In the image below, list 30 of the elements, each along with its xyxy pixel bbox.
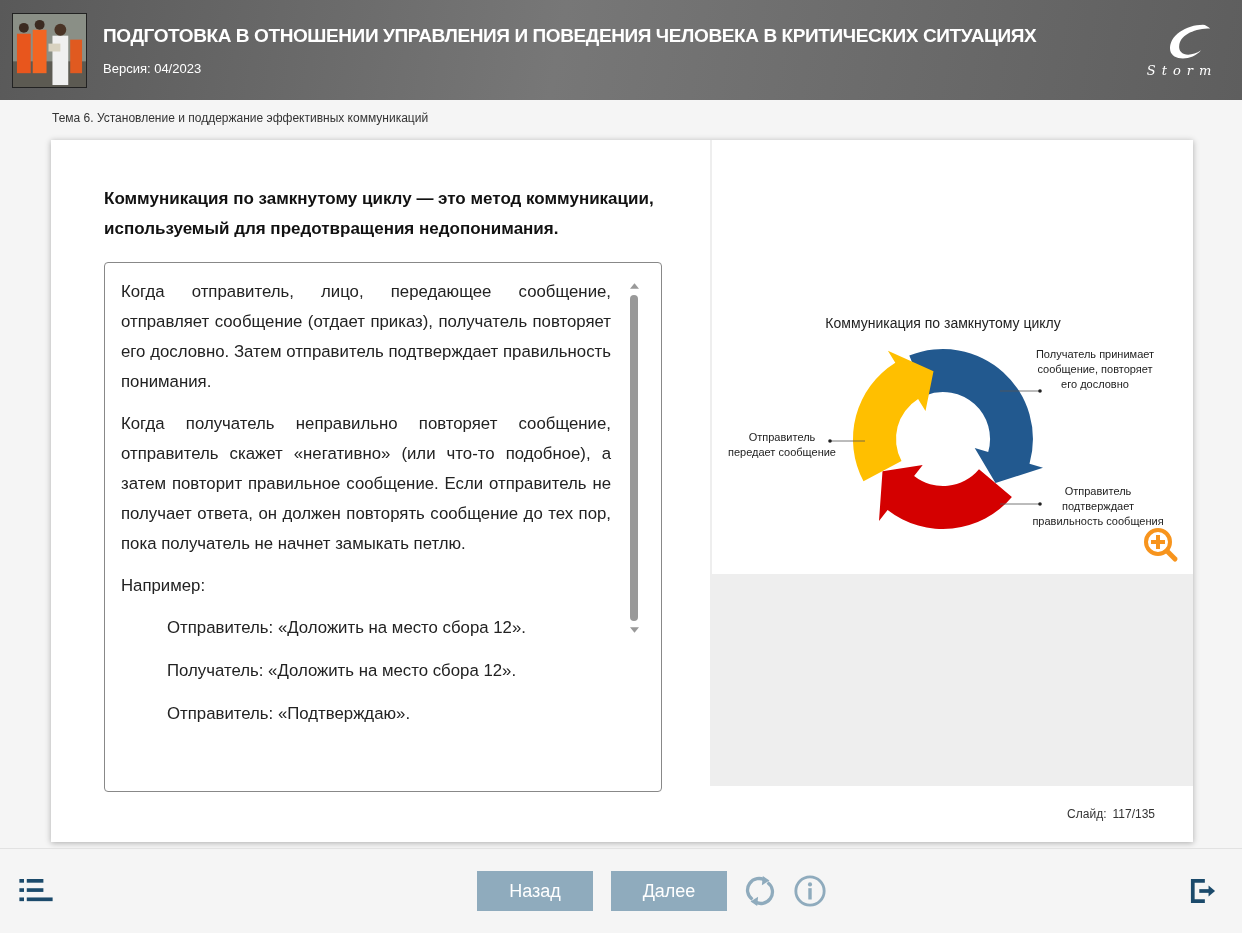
diagram-title: Коммуникация по замкнутому циклу xyxy=(825,315,1061,331)
breadcrumb: Тема 6. Установление и поддержание эффективных коммуникаций xyxy=(51,110,430,127)
leader-line xyxy=(999,389,1042,393)
refresh-icon[interactable] xyxy=(743,874,777,908)
leader-line xyxy=(828,439,866,443)
back-button[interactable]: Назад xyxy=(477,871,593,911)
paragraph: Когда отправитель, лицо, передающее сообщение, отправляет сообщение (отдает приказ), получатель повторяет его дословно. Затем отправитель подтверждает правильность понимания. xyxy=(121,281,611,393)
example-line: Получатель: «Доложить на место сбора 12». xyxy=(166,660,518,682)
example-line: Отправитель: «Доложить на место сбора 12». xyxy=(166,617,527,639)
diagram-label: Получатель принимает сообщение, повторяет его дословно xyxy=(1035,348,1155,390)
version-label: Версия: 04/2023 xyxy=(103,60,203,76)
example-line: Отправитель: «Подтверждаю». xyxy=(166,703,412,725)
info-icon[interactable] xyxy=(793,874,827,908)
scrollbar-thumb[interactable] xyxy=(630,295,638,621)
slide-counter-label: Слайд: xyxy=(1067,807,1107,821)
scroll-up-icon[interactable] xyxy=(629,283,639,289)
diagram-label: Отправитель подтверждает правильность сообщения xyxy=(1032,485,1164,527)
slide-heading: Коммуникация по замкнутому циклу — это метод коммуникации, используемый для предотвращения недопонимания. xyxy=(104,188,655,240)
diagram-label: Отправитель передает сообщение xyxy=(728,431,836,458)
course-title: ПОДГОТОВКА В ОТНОШЕНИИ УПРАВЛЕНИЯ И ПОВЕДЕНИЯ ЧЕЛОВЕКА В КРИТИЧЕСКИХ СИТУАЦИЯХ xyxy=(103,24,1038,47)
paragraph: Когда получатель неправильно повторяет сообщение, отправитель скажет «негативно» (или что-то подобное), а затем повторит правильное сообщение. Если отправитель не получает ответа, он должен повторять сообщение до тех пор, пока получатель не начнет замыкать петлю. xyxy=(121,413,611,555)
zoom-in-icon[interactable] xyxy=(1144,528,1178,562)
slide-counter: 117/135 xyxy=(1112,807,1155,821)
menu-icon[interactable] xyxy=(18,879,54,903)
paragraph: Например: xyxy=(121,575,207,597)
next-button[interactable]: Далее xyxy=(611,871,727,911)
scroll-down-icon[interactable] xyxy=(629,627,639,633)
exit-icon[interactable] xyxy=(1190,878,1216,904)
logo-text: Storm xyxy=(1146,62,1218,78)
leader-line xyxy=(999,502,1042,506)
